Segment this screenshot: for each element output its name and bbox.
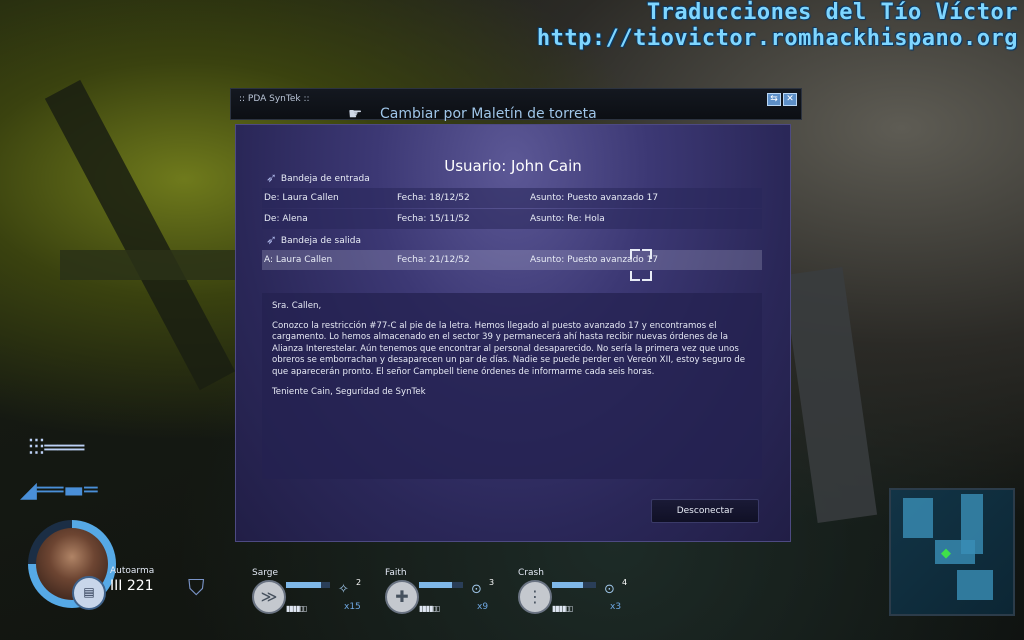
- outbox-row-selected[interactable]: A: Laura Callen Fecha: 21/12/52 Asunto: …: [262, 250, 762, 270]
- squad-multiplier: x15: [344, 602, 361, 612]
- pda-window-title: :: PDA SynTek ::: [239, 94, 310, 104]
- inbox-row[interactable]: De: Laura Callen Fecha: 18/12/52 Asunto:…: [262, 188, 762, 208]
- device-skill-icon: ⊙: [604, 582, 615, 597]
- email-subject: Asunto: Puesto avanzado 17: [530, 193, 659, 203]
- scene-beam: [60, 250, 240, 280]
- squad-health-bar: [286, 582, 330, 588]
- message-greeting: Sra. Callen,: [272, 301, 322, 311]
- feather-icon: ➶: [266, 233, 277, 248]
- squad-multiplier: x9: [477, 602, 489, 612]
- squad-ability-count: 2: [356, 578, 362, 587]
- email-sender: De: Laura Callen: [264, 193, 339, 203]
- scene-beam: [782, 267, 878, 523]
- minigun-weapon-icon: ⫶⫶⫶═══: [28, 436, 85, 461]
- scene-beam: [44, 79, 236, 391]
- feather-icon: ➶: [266, 171, 277, 186]
- watermark-line-1: Traducciones del Tío Víctor: [646, 0, 1018, 25]
- squad-member-crash[interactable]: Crash ⋮ ▮▮▮▮▯▯ ⊙ 4 x3: [518, 568, 638, 628]
- outbox-heading-label: Bandeja de salida: [280, 235, 361, 246]
- close-icon[interactable]: ✕: [783, 93, 797, 106]
- inbox-heading: ➶ Bandeja de entrada: [266, 171, 370, 186]
- squad-member-sarge[interactable]: Sarge ≫ ▮▮▮▮▯▯ ✧ 2 x15: [252, 568, 372, 628]
- target-skill-icon: ✧: [338, 582, 349, 597]
- minimap-room: [903, 498, 933, 538]
- squad-ability-count: 4: [622, 578, 628, 587]
- medic-cross-icon: ✚: [385, 580, 419, 614]
- chevron-rank-icon: ≫: [252, 580, 286, 614]
- selection-cursor-icon: [630, 249, 652, 281]
- player-health-ring: ▤: [28, 520, 116, 610]
- minimap-room: [957, 570, 993, 600]
- pickup-prompt-text: Cambiar por Maletín de torreta: [380, 106, 597, 122]
- player-location-icon: ◆: [941, 546, 951, 561]
- email-sender: De: Alena: [264, 214, 308, 224]
- squad-pips: ▮▮▮▮▯▯: [286, 604, 307, 613]
- weapon-name: Autoarma: [110, 566, 155, 576]
- inbox-heading-label: Bandeja de entrada: [280, 173, 370, 184]
- armor-shield-icon: ⛉: [188, 576, 205, 601]
- rifle-weapon-icon: ◢══▬═: [20, 478, 98, 503]
- minimap[interactable]: ◆: [889, 488, 1015, 616]
- email-subject: Asunto: Re: Hola: [530, 214, 605, 224]
- squad-name: Faith: [385, 568, 407, 578]
- squad-health-bar: [419, 582, 463, 588]
- squad-pips: ▮▮▮▮▯▯: [552, 604, 573, 613]
- email-date: Fecha: 21/12/52: [397, 255, 470, 265]
- tech-icon: ⋮: [518, 580, 552, 614]
- ammo-readout: III 221: [110, 578, 154, 594]
- squad-name: Sarge: [252, 568, 279, 578]
- squad-pips: ▮▮▮▮▯▯: [419, 604, 440, 613]
- squad-name: Crash: [518, 568, 544, 578]
- inbox-row[interactable]: De: Alena Fecha: 15/11/52 Asunto: Re: Ho…: [262, 209, 762, 229]
- ammo-count: 221: [126, 578, 154, 594]
- disconnect-button[interactable]: Desconectar: [651, 499, 759, 523]
- watermark-line-2: http://tiovictor.romhackhispano.org: [536, 26, 1018, 51]
- translator-watermark: Traducciones del Tío Víctor http://tiovi…: [537, 0, 1018, 52]
- outbox-heading: ➶ Bandeja de salida: [266, 233, 361, 248]
- message-signature: Teniente Cain, Seguridad de SynTek: [272, 387, 426, 397]
- message-body: Conozco la restricción #77-C al pie de l…: [272, 321, 746, 377]
- pda-email-panel: Usuario: John Cain ➶ Bandeja de entrada …: [235, 124, 791, 542]
- squad-multiplier: x3: [610, 602, 622, 612]
- email-date: Fecha: 15/11/52: [397, 214, 470, 224]
- email-date: Fecha: 18/12/52: [397, 193, 470, 203]
- ammo-prefix: III: [110, 578, 123, 594]
- email-recipient: A: Laura Callen: [264, 255, 333, 265]
- message-body-box: Sra. Callen, Conozco la restricción #77-…: [262, 293, 762, 479]
- pickup-prompt: ☛ Cambiar por Maletín de torreta: [348, 104, 597, 123]
- restore-icon[interactable]: ⇆: [767, 93, 781, 106]
- squad-ability-count: 3: [489, 578, 495, 587]
- ammo-magazine-icon: ▤: [72, 576, 106, 610]
- squad-member-faith[interactable]: Faith ✚ ▮▮▮▮▯▯ ⊙ 3 x9: [385, 568, 505, 628]
- squad-health-bar: [552, 582, 596, 588]
- device-skill-icon: ⊙: [471, 582, 482, 597]
- hand-icon: ☛: [348, 104, 363, 123]
